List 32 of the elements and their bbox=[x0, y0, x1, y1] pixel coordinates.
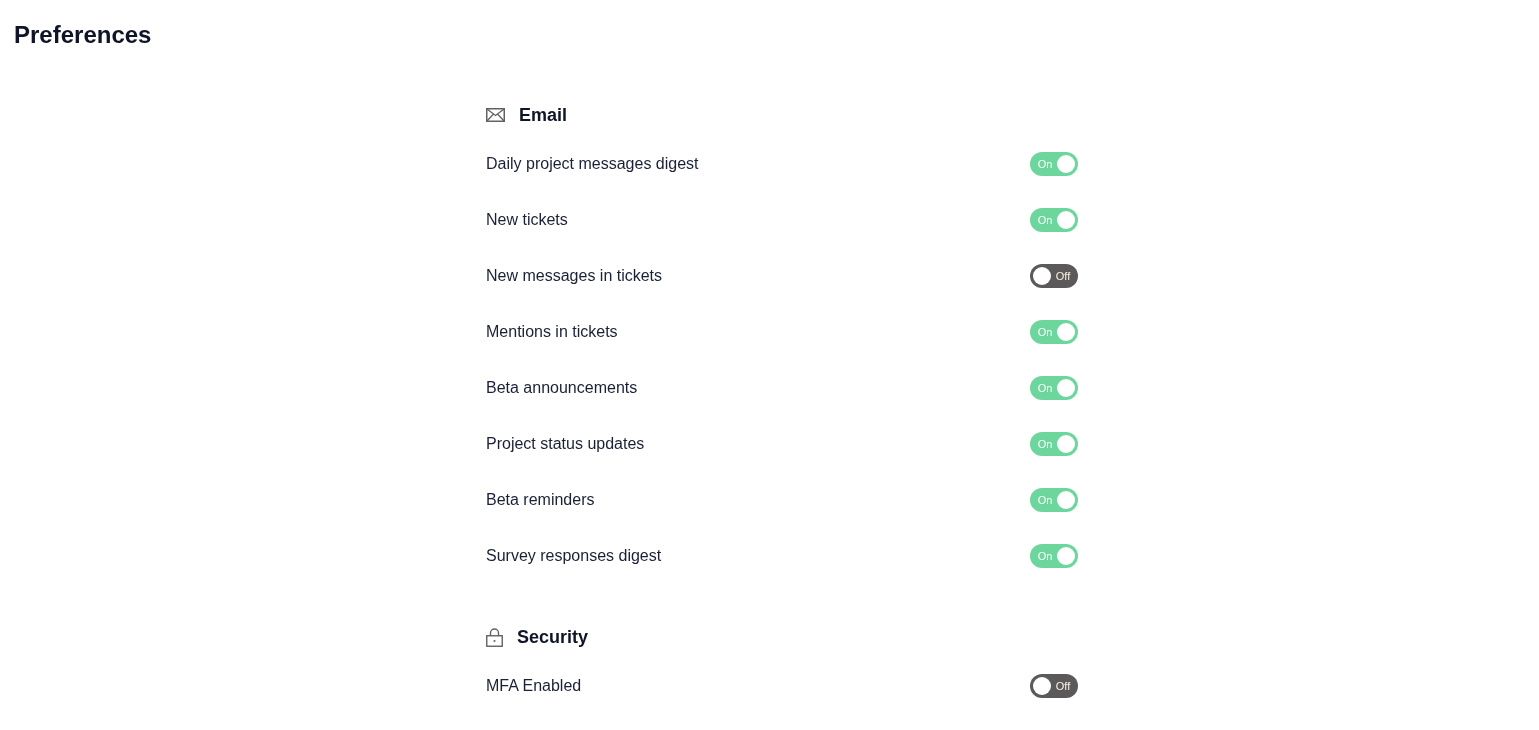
toggle-switch[interactable]: On bbox=[1030, 320, 1078, 344]
toggle-switch[interactable]: On bbox=[1030, 488, 1078, 512]
toggle-knob-icon bbox=[1033, 677, 1051, 695]
toggle-knob-icon bbox=[1057, 323, 1075, 341]
setting-label: Survey responses digest bbox=[486, 546, 662, 566]
toggle-switch[interactable]: On bbox=[1030, 544, 1078, 568]
section-heading: Security bbox=[517, 626, 589, 649]
section-heading: Email bbox=[519, 104, 568, 127]
toggle-switch[interactable]: Off bbox=[1030, 674, 1078, 698]
toggle-switch[interactable]: Off bbox=[1030, 264, 1078, 288]
toggle-knob-icon bbox=[1057, 547, 1075, 565]
lock-icon bbox=[486, 627, 503, 647]
toggle-switch[interactable]: On bbox=[1030, 376, 1078, 400]
setting-label: Daily project messages digest bbox=[486, 154, 699, 174]
setting-label: New messages in tickets bbox=[486, 266, 663, 286]
setting-label: New tickets bbox=[486, 210, 568, 230]
setting-label: Beta reminders bbox=[486, 490, 595, 510]
toggle-knob-icon bbox=[1057, 435, 1075, 453]
toggle-knob-icon bbox=[1057, 379, 1075, 397]
toggle-knob-icon bbox=[1057, 491, 1075, 509]
toggle-switch[interactable]: On bbox=[1030, 432, 1078, 456]
toggle-knob-icon bbox=[1057, 211, 1075, 229]
setting-label: MFA Enabled bbox=[486, 676, 582, 696]
envelope-icon bbox=[486, 108, 505, 122]
setting-label: Beta announcements bbox=[486, 378, 638, 398]
toggle-switch[interactable]: On bbox=[1030, 208, 1078, 232]
toggle-switch[interactable]: On bbox=[1030, 152, 1078, 176]
page-title: Preferences bbox=[14, 20, 152, 50]
toggle-knob-icon bbox=[1057, 155, 1075, 173]
setting-label: Project status updates bbox=[486, 434, 645, 454]
setting-label: Mentions in tickets bbox=[486, 322, 618, 342]
toggle-knob-icon bbox=[1033, 267, 1051, 285]
